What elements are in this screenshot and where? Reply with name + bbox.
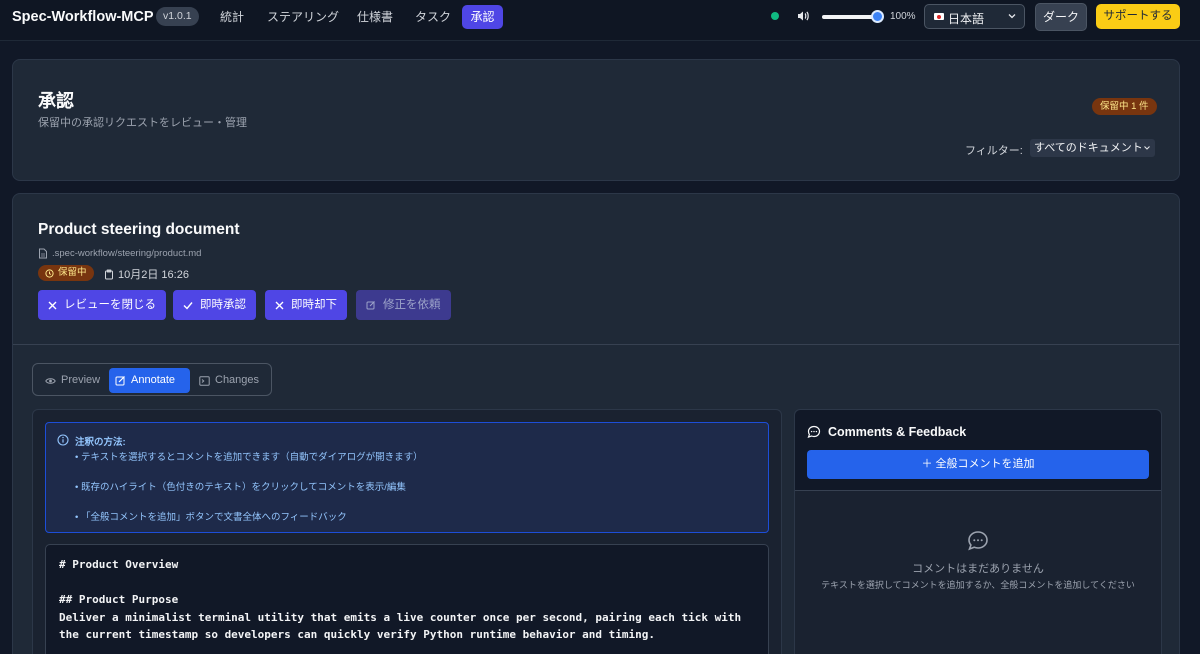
status-text: 保留中: [58, 267, 87, 278]
request-changes-label: 修正を依頼: [383, 299, 441, 311]
close-icon: [48, 301, 57, 309]
version-badge: v1.0.1: [156, 7, 199, 26]
filter-label: フィルター:: [965, 145, 1023, 157]
volume-icon[interactable]: [796, 9, 810, 23]
help-line: • テキストを選択するとコメントを追加できます（自動でダイアログが開きます）: [75, 452, 423, 463]
approval-document-card: Product steering document .spec-workflow…: [12, 193, 1180, 654]
help-line: • 「全般コメントを追加」ボタンで文書全体へのフィードバック: [75, 512, 347, 523]
approve-label: 即時承認: [200, 299, 246, 311]
content-heading-1[interactable]: # Product Overview: [59, 558, 178, 571]
tab-annotate[interactable]: Annotate: [109, 368, 190, 393]
close-icon: [275, 301, 284, 309]
close-review-label: レビューを閉じる: [64, 299, 156, 311]
clipboard-icon: [105, 269, 113, 279]
comments-panel: Comments & Feedback ＋ 全般コメントを追加 コメントはまだあ…: [794, 409, 1162, 654]
language-select[interactable]: 日本語: [924, 4, 1025, 29]
nav-item-stats[interactable]: 統計: [212, 5, 252, 29]
content-paragraph-line[interactable]: Deliver a minimalist terminal utility th…: [59, 611, 741, 624]
support-button[interactable]: サポートする: [1096, 4, 1180, 29]
section-divider: [13, 344, 1179, 345]
filter-select[interactable]: すべてのドキュメント: [1030, 139, 1155, 157]
status-badge: 保留中: [38, 265, 94, 281]
volume-slider-handle[interactable]: [871, 10, 884, 23]
reject-button[interactable]: 即時却下: [265, 290, 347, 320]
comments-header: Comments & Feedback ＋ 全般コメントを追加: [795, 410, 1161, 491]
annotation-panel: 注釈の方法: • テキストを選択するとコメントを追加できます（自動でダイアログが…: [32, 409, 782, 654]
help-line: • 既存のハイライト（色付きのテキスト）をクリックしてコメントを表示/編集: [75, 482, 406, 493]
empty-comments-title: コメントはまだありません: [912, 563, 1044, 575]
comments-title-text: Comments & Feedback: [828, 425, 967, 439]
document-path: .spec-workflow/steering/product.md: [38, 248, 201, 259]
tab-preview[interactable]: Preview: [39, 368, 106, 393]
close-review-button[interactable]: レビューを閉じる: [38, 290, 166, 320]
approve-button[interactable]: 即時承認: [173, 290, 256, 320]
document-path-text: .spec-workflow/steering/product.md: [52, 248, 202, 259]
check-icon: [183, 301, 193, 310]
connection-status-dot: [771, 12, 779, 20]
file-icon: [39, 248, 47, 259]
info-icon: [57, 434, 69, 446]
terminal-icon: [199, 375, 210, 386]
tab-changes[interactable]: Changes: [193, 368, 265, 393]
help-heading: 注釈の方法:: [75, 437, 126, 448]
tab-preview-label: Preview: [61, 374, 101, 386]
document-content[interactable]: # Product Overview ## Product Purpose De…: [45, 544, 769, 654]
volume-value: 100%: [890, 11, 916, 22]
chat-bubble-icon: [807, 425, 821, 438]
volume-slider[interactable]: [822, 15, 878, 19]
reject-label: 即時却下: [291, 299, 337, 311]
eye-icon: [45, 377, 56, 384]
app-brand[interactable]: Spec-Workflow-MCP: [12, 9, 154, 25]
content-heading-2[interactable]: ## Product Purpose: [59, 593, 178, 606]
created-date: 10月2日 16:26: [104, 266, 189, 282]
document-title: Product steering document: [38, 221, 240, 238]
empty-comments-subtitle: テキストを選択してコメントを追加するか、全般コメントを追加してください: [821, 580, 1135, 590]
nav-item-specs[interactable]: 仕様書: [349, 5, 401, 29]
add-general-comment-button[interactable]: ＋ 全般コメントを追加: [807, 450, 1149, 479]
nav-item-tasks[interactable]: タスク: [407, 5, 459, 29]
comments-title: Comments & Feedback: [807, 425, 966, 439]
edit-icon: [366, 301, 375, 310]
clock-icon: [45, 268, 54, 278]
created-date-text: 10月2日 16:26: [118, 269, 189, 281]
japan-flag-icon: [934, 13, 944, 20]
page-subtitle: 保留中の承認リクエストをレビュー・管理: [38, 117, 247, 129]
content-paragraph-line[interactable]: the current timestamp so developers can …: [59, 628, 655, 641]
annotation-help-box: 注釈の方法: • テキストを選択するとコメントを追加できます（自動でダイアログが…: [45, 422, 769, 533]
tab-annotate-label: Annotate: [131, 374, 176, 386]
nav-item-approvals[interactable]: 承認: [462, 5, 503, 29]
theme-toggle-button[interactable]: ダーク: [1035, 3, 1087, 31]
pending-count-badge: 保留中 1 件: [1092, 98, 1157, 115]
request-changes-button[interactable]: 修正を依頼: [356, 290, 451, 320]
chat-bubble-icon: [968, 531, 988, 551]
chevron-down-icon: [1144, 146, 1150, 150]
top-nav: Spec-Workflow-MCP v1.0.1 統計 ステアリング 仕様書 タ…: [0, 0, 1200, 41]
filter-value: すべてのドキュメント: [1034, 142, 1143, 154]
view-mode-tabs: Preview Annotate Changes: [32, 363, 272, 396]
nav-item-steering[interactable]: ステアリング: [259, 5, 347, 29]
page-title: 承認: [38, 91, 74, 111]
tab-changes-label: Changes: [215, 374, 260, 386]
language-value: 日本語: [948, 12, 985, 26]
chevron-down-icon: [1008, 14, 1016, 19]
approvals-header-card: 承認 保留中の承認リクエストをレビュー・管理 保留中 1 件 フィルター: すべ…: [12, 59, 1180, 181]
edit-icon: [115, 376, 125, 386]
